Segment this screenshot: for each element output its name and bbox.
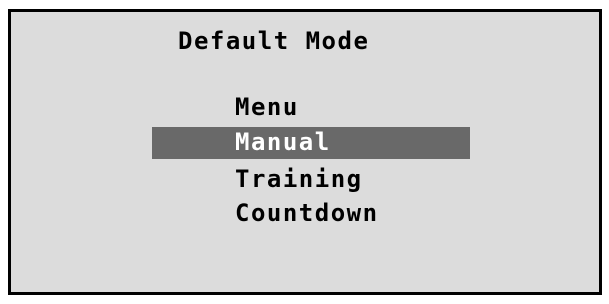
default-mode-screen: Default Mode Menu Manual Training Countd… xyxy=(8,9,602,295)
menu-option-menu[interactable]: Menu xyxy=(235,92,299,122)
menu-option-manual[interactable]: Manual xyxy=(235,127,331,157)
menu-option-training[interactable]: Training xyxy=(235,164,363,194)
menu-option-countdown[interactable]: Countdown xyxy=(235,198,379,228)
screen-title: Default Mode xyxy=(178,27,370,55)
